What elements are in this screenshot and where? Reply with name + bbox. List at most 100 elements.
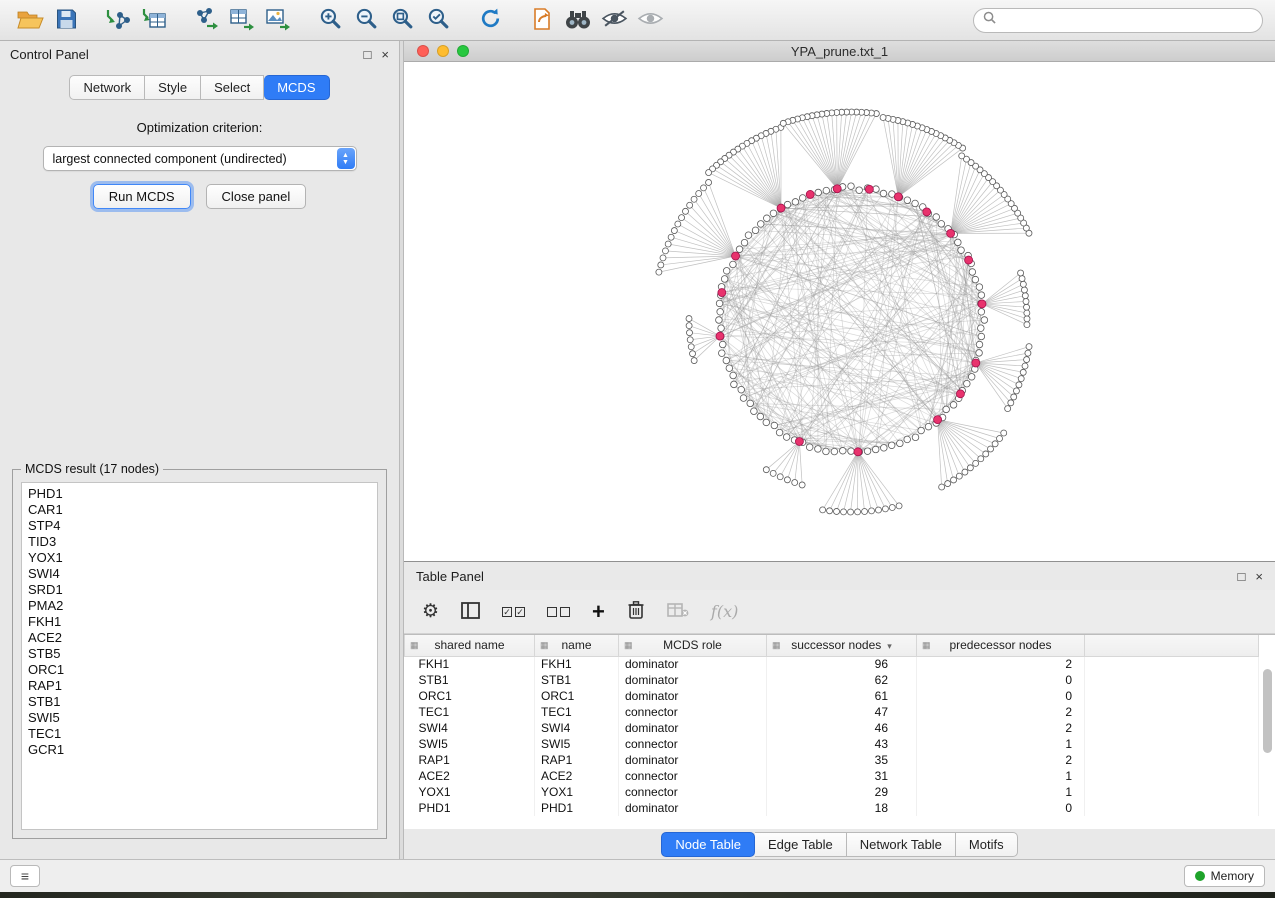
table-cell[interactable]: YOX1 bbox=[535, 784, 619, 800]
refresh-layout-button[interactable] bbox=[472, 3, 508, 37]
table-cell[interactable]: 43 bbox=[767, 736, 917, 752]
mcds-result-item[interactable]: TID3 bbox=[28, 534, 371, 550]
tab-network-table[interactable]: Network Table bbox=[847, 832, 956, 857]
table-cell[interactable]: STB1 bbox=[535, 672, 619, 688]
table-cell[interactable]: 1 bbox=[917, 736, 1085, 752]
table-row[interactable]: ORC1ORC1dominator610 bbox=[405, 688, 1259, 704]
table-cell[interactable]: FKH1 bbox=[405, 656, 535, 672]
table-cell[interactable]: 0 bbox=[917, 800, 1085, 816]
mcds-result-list[interactable]: PHD1CAR1STP4TID3YOX1SWI4SRD1PMA2FKH1ACE2… bbox=[21, 482, 378, 830]
table-cell[interactable]: 18 bbox=[767, 800, 917, 816]
table-cell[interactable]: connector bbox=[619, 736, 767, 752]
table-cell[interactable]: 1 bbox=[917, 768, 1085, 784]
network-graph[interactable] bbox=[404, 62, 1274, 561]
table-cell[interactable]: SWI5 bbox=[535, 736, 619, 752]
table-cell[interactable]: 2 bbox=[917, 656, 1085, 672]
mcds-result-item[interactable]: CAR1 bbox=[28, 502, 371, 518]
select-all-rows-button[interactable]: ✓✓ bbox=[502, 607, 525, 617]
table-row[interactable]: TEC1TEC1connector472 bbox=[405, 704, 1259, 720]
table-cell[interactable]: ORC1 bbox=[535, 688, 619, 704]
mcds-result-item[interactable]: STB5 bbox=[28, 646, 371, 662]
mcds-result-item[interactable]: SRD1 bbox=[28, 582, 371, 598]
table-cell[interactable]: ACE2 bbox=[535, 768, 619, 784]
table-scrollbar-thumb[interactable] bbox=[1263, 669, 1272, 753]
mcds-result-item[interactable]: PMA2 bbox=[28, 598, 371, 614]
mcds-result-item[interactable]: PHD1 bbox=[28, 486, 371, 502]
table-cell[interactable]: PHD1 bbox=[405, 800, 535, 816]
table-cell[interactable]: STB1 bbox=[405, 672, 535, 688]
mcds-result-item[interactable]: SWI4 bbox=[28, 566, 371, 582]
mcds-result-item[interactable]: GCR1 bbox=[28, 742, 371, 758]
table-cell[interactable]: SWI4 bbox=[405, 720, 535, 736]
table-cell[interactable]: dominator bbox=[619, 688, 767, 704]
toggle-panel-button[interactable] bbox=[461, 602, 480, 622]
tab-motifs[interactable]: Motifs bbox=[956, 832, 1018, 857]
mcds-result-item[interactable]: RAP1 bbox=[28, 678, 371, 694]
global-search-box[interactable] bbox=[973, 8, 1263, 33]
table-cell[interactable]: TEC1 bbox=[405, 704, 535, 720]
table-cell[interactable]: 0 bbox=[917, 688, 1085, 704]
mcds-result-item[interactable]: FKH1 bbox=[28, 614, 371, 630]
mcds-result-item[interactable]: ACE2 bbox=[28, 630, 371, 646]
memory-button[interactable]: Memory bbox=[1184, 865, 1265, 887]
table-cell[interactable]: dominator bbox=[619, 656, 767, 672]
close-panel-button[interactable]: Close panel bbox=[206, 184, 307, 209]
table-cell[interactable]: dominator bbox=[619, 800, 767, 816]
tab-edge-table[interactable]: Edge Table bbox=[755, 832, 847, 857]
float-panel-icon[interactable]: □ bbox=[364, 48, 372, 61]
mcds-result-item[interactable]: ORC1 bbox=[28, 662, 371, 678]
mcds-result-item[interactable]: STP4 bbox=[28, 518, 371, 534]
table-cell[interactable]: SWI5 bbox=[405, 736, 535, 752]
import-network-button[interactable] bbox=[100, 3, 136, 37]
table-cell[interactable]: 61 bbox=[767, 688, 917, 704]
table-row[interactable]: SWI4SWI4dominator462 bbox=[405, 720, 1259, 736]
column-header[interactable]: ▦name bbox=[535, 635, 619, 656]
table-cell[interactable]: PHD1 bbox=[535, 800, 619, 816]
zoom-selected-button[interactable] bbox=[420, 3, 456, 37]
table-row[interactable]: SWI5SWI5connector431 bbox=[405, 736, 1259, 752]
column-header[interactable]: ▦predecessor nodes bbox=[917, 635, 1085, 656]
zoom-in-button[interactable] bbox=[312, 3, 348, 37]
table-row[interactable]: RAP1RAP1dominator352 bbox=[405, 752, 1259, 768]
table-options-button[interactable]: ⚙ bbox=[422, 600, 439, 623]
window-zoom-traffic-light[interactable] bbox=[457, 45, 469, 57]
table-cell[interactable]: dominator bbox=[619, 720, 767, 736]
table-cell[interactable]: connector bbox=[619, 784, 767, 800]
table-row[interactable]: STB1STB1dominator620 bbox=[405, 672, 1259, 688]
hide-graphics-details-button[interactable] bbox=[632, 3, 668, 37]
table-cell[interactable]: 62 bbox=[767, 672, 917, 688]
table-cell[interactable]: 29 bbox=[767, 784, 917, 800]
table-cell[interactable]: ACE2 bbox=[405, 768, 535, 784]
show-panels-button[interactable]: ≡ bbox=[10, 865, 40, 887]
table-cell[interactable]: TEC1 bbox=[535, 704, 619, 720]
table-cell[interactable]: 96 bbox=[767, 656, 917, 672]
table-cell[interactable]: 2 bbox=[917, 752, 1085, 768]
show-graphics-details-button[interactable] bbox=[596, 3, 632, 37]
network-canvas[interactable] bbox=[404, 62, 1275, 561]
table-cell[interactable]: 2 bbox=[917, 720, 1085, 736]
table-cell[interactable]: dominator bbox=[619, 672, 767, 688]
delete-table-button[interactable] bbox=[667, 602, 689, 621]
criterion-select[interactable]: largest connected component (undirected)… bbox=[43, 146, 357, 171]
save-session-button[interactable] bbox=[48, 3, 84, 37]
table-cell[interactable]: 1 bbox=[917, 784, 1085, 800]
table-cell[interactable]: SWI4 bbox=[535, 720, 619, 736]
table-cell[interactable]: RAP1 bbox=[535, 752, 619, 768]
search-input[interactable] bbox=[1002, 13, 1253, 27]
table-cell[interactable]: 35 bbox=[767, 752, 917, 768]
window-close-traffic-light[interactable] bbox=[417, 45, 429, 57]
close-panel-icon[interactable]: × bbox=[381, 48, 389, 61]
function-builder-button[interactable]: f(x) bbox=[711, 602, 738, 621]
table-row[interactable]: PHD1PHD1dominator180 bbox=[405, 800, 1259, 816]
create-column-button[interactable]: + bbox=[592, 603, 605, 621]
table-cell[interactable]: 0 bbox=[917, 672, 1085, 688]
mcds-result-item[interactable]: YOX1 bbox=[28, 550, 371, 566]
column-header[interactable]: ▦shared name bbox=[405, 635, 535, 656]
delete-column-button[interactable] bbox=[627, 600, 645, 623]
table-row[interactable]: ACE2ACE2connector311 bbox=[405, 768, 1259, 784]
table-cell[interactable]: RAP1 bbox=[405, 752, 535, 768]
window-minimize-traffic-light[interactable] bbox=[437, 45, 449, 57]
open-session-button[interactable] bbox=[12, 3, 48, 37]
table-cell[interactable]: connector bbox=[619, 768, 767, 784]
table-cell[interactable]: ORC1 bbox=[405, 688, 535, 704]
